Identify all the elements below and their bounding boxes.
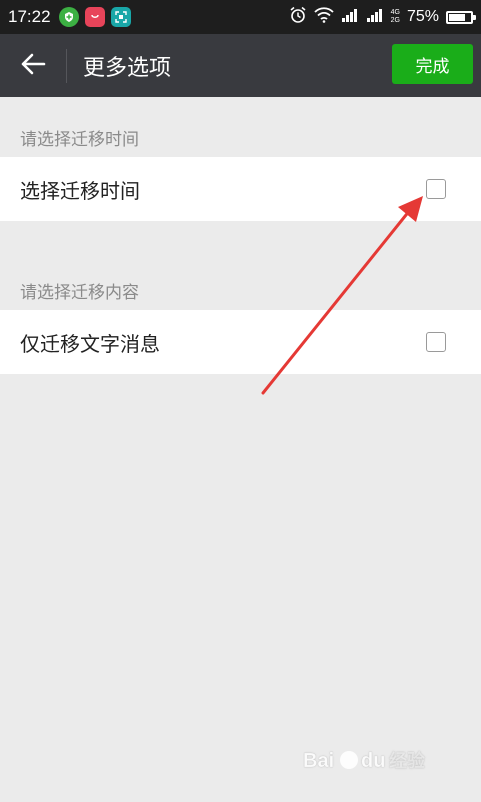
signal-icon	[341, 7, 359, 27]
baidu-jingyan-watermark-logo: Bai du 经验	[303, 750, 426, 773]
done-button[interactable]: 完成	[392, 44, 473, 84]
watermark: Bai du 经验	[303, 745, 453, 780]
title-divider	[66, 48, 67, 83]
network-type: 4G 2G	[391, 9, 400, 25]
svg-text:经验: 经验	[389, 750, 426, 772]
scan-app-icon	[110, 7, 131, 27]
section-header-migration-time: 请选择迁移时间	[20, 130, 139, 150]
network-type-bottom: 2G	[390, 17, 400, 24]
battery-percent: 75%	[406, 8, 439, 25]
alarm-icon	[289, 6, 307, 28]
title-bar: 更多选项 完成	[0, 34, 481, 97]
option-label-text-only: 仅迁移文字消息	[20, 331, 160, 356]
wifi-icon	[313, 7, 334, 27]
signal-icon-secondary	[366, 7, 384, 27]
checkbox-select-time[interactable]	[426, 179, 446, 199]
status-left: 17:22	[8, 7, 131, 27]
section-header-migration-content: 请选择迁移内容	[20, 283, 139, 303]
checkbox-text-only[interactable]	[426, 332, 446, 352]
arrow-left-icon	[20, 53, 46, 79]
annotation-arrow	[261, 196, 423, 395]
status-right: 4G 2G 75%	[289, 6, 476, 28]
page-title: 更多选项	[83, 55, 172, 81]
shield-app-icon	[58, 7, 79, 27]
option-row-select-time[interactable]: 选择迁移时间	[0, 157, 481, 221]
option-label-select-time: 选择迁移时间	[20, 178, 140, 203]
battery-icon	[446, 10, 476, 24]
network-type-top: 4G	[390, 9, 400, 16]
status-bar: 17:22 4G 2G 75%	[0, 0, 481, 34]
battery-fill	[449, 13, 465, 21]
shopping-bag-app-icon	[84, 7, 105, 27]
svg-text:Bai: Bai	[303, 750, 334, 772]
option-row-text-only[interactable]: 仅迁移文字消息	[0, 310, 481, 374]
back-button[interactable]	[0, 34, 66, 97]
svg-text:du: du	[361, 750, 385, 772]
status-time: 17:22	[8, 7, 51, 26]
